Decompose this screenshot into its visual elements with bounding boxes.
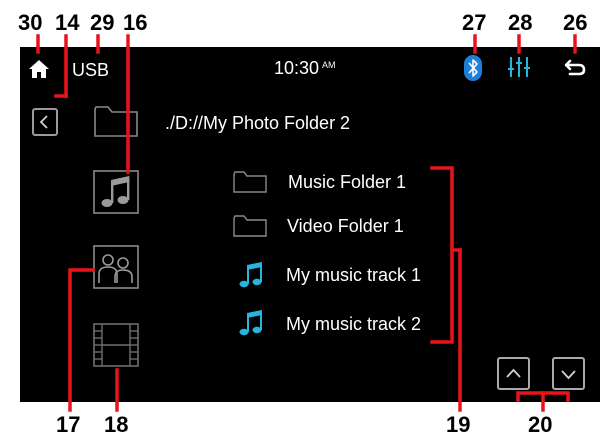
home-icon xyxy=(29,60,49,78)
list-item[interactable]: Music Folder 1 xyxy=(228,167,458,197)
callout-20: 20 xyxy=(528,412,553,437)
current-folder-icon xyxy=(94,105,138,137)
up-level-button[interactable] xyxy=(32,108,58,136)
callout-29: 29 xyxy=(90,10,115,35)
list-item[interactable]: My music track 1 xyxy=(228,259,458,291)
chevron-up-icon xyxy=(506,368,521,378)
callout-28: 28 xyxy=(508,10,533,35)
video-category-button[interactable] xyxy=(93,323,139,367)
chevron-left-icon xyxy=(39,115,48,129)
callout-14: 14 xyxy=(55,10,80,35)
video-category-icon xyxy=(93,323,139,367)
bluetooth-indicator xyxy=(464,55,482,81)
callout-30: 30 xyxy=(18,10,43,35)
equalizer-icon xyxy=(508,57,530,77)
music-note-icon xyxy=(239,262,262,288)
scroll-up-button[interactable] xyxy=(497,357,530,390)
list-item-label: Music Folder 1 xyxy=(288,172,407,192)
callout-26: 26 xyxy=(563,10,588,35)
folder-icon xyxy=(233,171,267,193)
callout-16: 16 xyxy=(123,10,148,35)
list-item-label: My music track 1 xyxy=(286,265,422,285)
list-item-label: My music track 2 xyxy=(286,314,422,334)
source-label: USB xyxy=(72,60,110,80)
list-item[interactable]: My music track 2 xyxy=(228,307,458,339)
clock: 10:30 AM xyxy=(274,58,336,79)
scroll-down-button[interactable] xyxy=(552,357,585,390)
music-note-icon xyxy=(239,310,262,336)
current-path: ./D://My Photo Folder 2 xyxy=(165,113,351,133)
home-button[interactable] xyxy=(28,59,50,79)
equalizer-button[interactable] xyxy=(507,56,531,78)
music-category-button[interactable] xyxy=(93,170,139,214)
clock-suffix: AM xyxy=(322,60,336,70)
callout-27: 27 xyxy=(462,10,487,35)
callout-17: 17 xyxy=(56,412,81,437)
folder-icon xyxy=(233,215,267,237)
clock-time: 10:30 xyxy=(274,58,320,78)
media-browser-screen: USB 10:30 AM ./D://My Photo Folder 2 Mus… xyxy=(20,47,600,402)
music-category-icon xyxy=(93,170,139,214)
list-item[interactable]: Video Folder 1 xyxy=(228,211,458,241)
bluetooth-icon xyxy=(464,55,482,81)
photo-category-button[interactable] xyxy=(93,245,139,289)
folder-icon xyxy=(94,106,138,137)
back-arrow-icon xyxy=(564,59,586,76)
photo-category-icon xyxy=(93,245,139,289)
chevron-down-icon xyxy=(561,370,576,380)
list-item-label: Video Folder 1 xyxy=(287,216,404,236)
back-button[interactable] xyxy=(564,57,586,77)
callout-19: 19 xyxy=(446,412,471,437)
callout-18: 18 xyxy=(104,412,129,437)
